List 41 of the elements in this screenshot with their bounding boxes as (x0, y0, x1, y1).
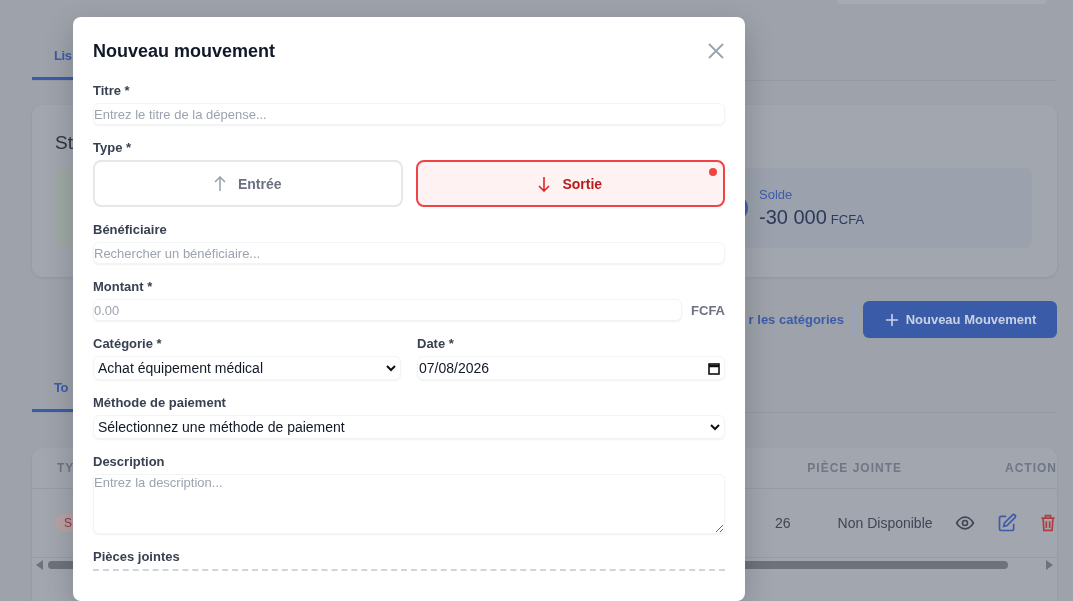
scroll-right-icon (1045, 560, 1053, 570)
stats-title: St (55, 132, 73, 154)
selected-dot (709, 168, 717, 176)
balance-amount: -30 000 (759, 206, 827, 228)
amount-field[interactable]: 0.00 (93, 299, 683, 321)
close-icon (707, 42, 725, 60)
chevron-down-icon (386, 364, 396, 372)
field-label: Type * (93, 140, 133, 155)
field-label: Titre * (93, 83, 131, 98)
type-option[interactable]: Entrée (93, 160, 403, 207)
calendar-icon (708, 361, 720, 375)
new-movement-button[interactable]: Nouveau Mouvement (863, 301, 1057, 338)
currency-label: FCFA (691, 302, 725, 318)
date-field[interactable]: 07/08/2026 (417, 356, 725, 380)
currency-label: FCFA (830, 212, 865, 227)
balance-label: Solde (759, 187, 794, 202)
field-label: Montant * (93, 279, 154, 294)
field-label: Catégorie * (93, 336, 163, 351)
modal-title: Nouveau mouvement (93, 40, 276, 62)
arrow-up-icon (213, 175, 226, 192)
description-field[interactable]: Entrez la description... (93, 474, 725, 534)
edit-icon[interactable] (997, 513, 1017, 533)
chevron-down-icon (710, 423, 720, 431)
eye-icon[interactable] (955, 513, 975, 533)
close-button[interactable] (707, 42, 725, 60)
plus-icon (885, 313, 898, 326)
input-field[interactable]: Rechercher un bénéficiaire... (93, 242, 725, 264)
input-field[interactable]: Entrez le titre de la dépense... (93, 103, 725, 125)
field-label: Méthode de paiement (93, 395, 227, 410)
field-label: Description (93, 454, 166, 469)
type-option[interactable]: Sortie (415, 160, 725, 207)
table-cell: 26 (775, 515, 791, 531)
arrow-down-icon (538, 175, 551, 192)
scroll-left-icon (36, 560, 44, 570)
select-field[interactable]: Sélectionnez une méthode de paiement (93, 415, 725, 439)
field-label: Date * (417, 336, 455, 351)
trash-icon[interactable] (1039, 513, 1057, 533)
field-label: Bénéficiaire (93, 222, 168, 237)
table-cell: Non Disponible (837, 515, 933, 531)
select-field[interactable]: Achat équipement médical (93, 356, 401, 380)
field-label: Pièces jointes (93, 549, 181, 564)
